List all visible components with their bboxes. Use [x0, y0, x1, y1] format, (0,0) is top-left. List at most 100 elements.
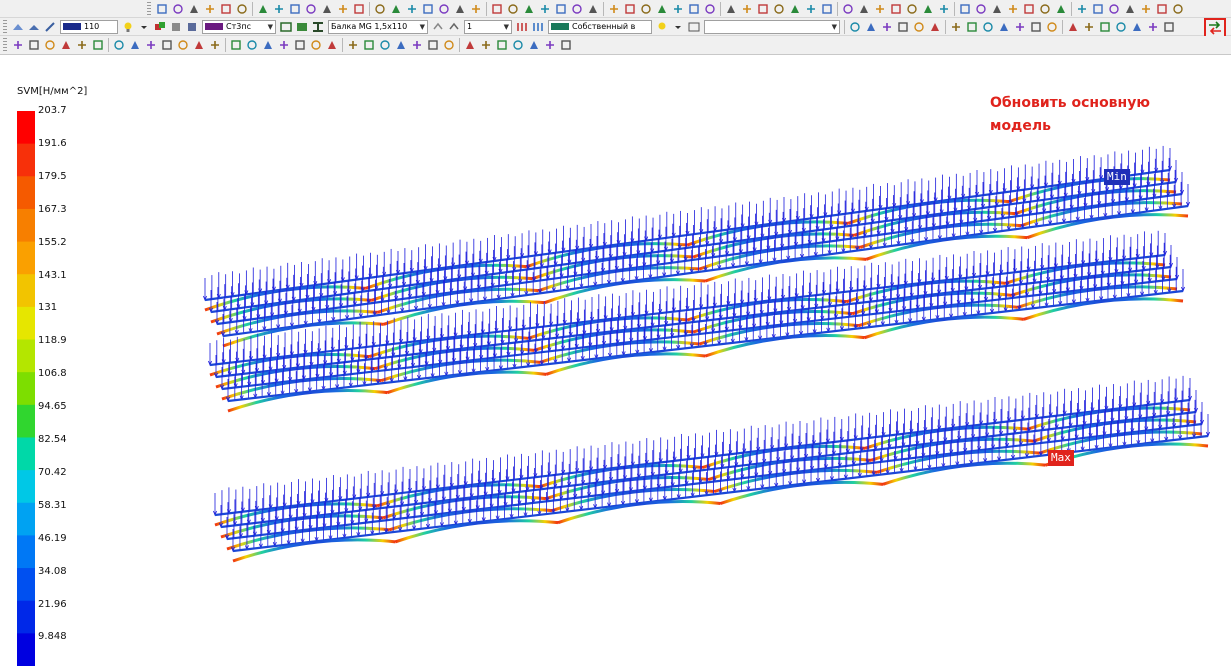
- print-icon[interactable]: [203, 2, 217, 16]
- preview-icon[interactable]: [905, 2, 919, 16]
- beam-icon[interactable]: [740, 2, 754, 16]
- save-icon[interactable]: [873, 2, 887, 16]
- view-bottom-icon[interactable]: [1114, 20, 1128, 34]
- layer-filter-icon[interactable]: [27, 20, 41, 34]
- plate-icon[interactable]: [756, 2, 770, 16]
- plus-icon[interactable]: [389, 2, 403, 16]
- element-icon[interactable]: [1054, 2, 1068, 16]
- filter-icon[interactable]: [362, 38, 376, 52]
- undo-icon[interactable]: [272, 2, 286, 16]
- update-main-model-button[interactable]: [1204, 18, 1226, 38]
- section-set-icon[interactable]: [295, 20, 309, 34]
- view-iso-icon[interactable]: [522, 2, 536, 16]
- model-viewport[interactable]: [0, 56, 1231, 666]
- view-front-icon[interactable]: [91, 38, 105, 52]
- load-icon[interactable]: [788, 2, 802, 16]
- view-left-icon[interactable]: [453, 2, 467, 16]
- view-iso-icon[interactable]: [1130, 20, 1144, 34]
- step-combo[interactable]: 1 ▼: [464, 19, 512, 34]
- save-icon[interactable]: [187, 2, 201, 16]
- select-icon[interactable]: [378, 38, 392, 52]
- plus-icon[interactable]: [59, 38, 73, 52]
- select-icon[interactable]: [703, 2, 717, 16]
- print-icon[interactable]: [889, 2, 903, 16]
- new-file-icon[interactable]: [155, 2, 169, 16]
- open-folder-icon[interactable]: [527, 38, 541, 52]
- redo-icon[interactable]: [896, 20, 910, 34]
- snap-icon[interactable]: [928, 20, 942, 34]
- light-bulb-icon[interactable]: [121, 20, 135, 34]
- settings-icon[interactable]: [804, 2, 818, 16]
- view-iso-icon[interactable]: [192, 38, 206, 52]
- target-icon[interactable]: [75, 38, 89, 52]
- target-icon[interactable]: [1013, 20, 1027, 34]
- rotate-view-icon[interactable]: [293, 38, 307, 52]
- undo-icon[interactable]: [958, 2, 972, 16]
- view-front-icon[interactable]: [421, 2, 435, 16]
- load-case-combo[interactable]: Собственный в: [548, 19, 652, 34]
- color-fill-icon[interactable]: [169, 20, 183, 34]
- measure-icon[interactable]: [639, 2, 653, 16]
- target-icon[interactable]: [405, 2, 419, 16]
- plus-icon[interactable]: [997, 20, 1011, 34]
- view-top-icon[interactable]: [160, 38, 174, 52]
- cube-icon[interactable]: [11, 38, 25, 52]
- settings-icon[interactable]: [479, 38, 493, 52]
- element-icon[interactable]: [981, 20, 995, 34]
- deselect-icon[interactable]: [724, 2, 738, 16]
- view-back-icon[interactable]: [1045, 20, 1059, 34]
- view-left-icon[interactable]: [1066, 20, 1080, 34]
- arrow-icon[interactable]: [43, 20, 57, 34]
- layers-icon[interactable]: [346, 38, 360, 52]
- view-left-icon[interactable]: [128, 38, 142, 52]
- material-combo[interactable]: Ст3пс ▼: [202, 19, 276, 34]
- bulb-dropdown-icon[interactable]: [655, 20, 669, 34]
- open-folder-icon[interactable]: [171, 2, 185, 16]
- view-top-icon[interactable]: [1171, 2, 1185, 16]
- zoom-fit-icon[interactable]: [570, 2, 584, 16]
- cube-icon[interactable]: [949, 20, 963, 34]
- copy-icon[interactable]: [848, 20, 862, 34]
- view-right-icon[interactable]: [1155, 2, 1169, 16]
- view-bottom-icon[interactable]: [506, 2, 520, 16]
- undo-icon[interactable]: [880, 20, 894, 34]
- section-combo[interactable]: Балка MG 1,5x110 ▼: [328, 19, 428, 34]
- view-top-icon[interactable]: [490, 2, 504, 16]
- zoom-in-icon[interactable]: [538, 2, 552, 16]
- dropdown-arrow-icon[interactable]: [137, 20, 151, 34]
- grid-icon[interactable]: [912, 20, 926, 34]
- pan-icon[interactable]: [277, 38, 291, 52]
- section-icon[interactable]: [279, 20, 293, 34]
- node-icon[interactable]: [27, 38, 41, 52]
- print-icon[interactable]: [559, 38, 573, 52]
- filter-combo[interactable]: ▼: [704, 19, 840, 34]
- view-back-icon[interactable]: [112, 38, 126, 52]
- view-right-icon[interactable]: [144, 38, 158, 52]
- redo-icon[interactable]: [974, 2, 988, 16]
- deselect-icon[interactable]: [394, 38, 408, 52]
- rotate-icon[interactable]: [431, 20, 445, 34]
- zoom-in-icon[interactable]: [1146, 20, 1160, 34]
- section-view-icon[interactable]: [655, 2, 669, 16]
- node-icon[interactable]: [965, 20, 979, 34]
- grid-icon[interactable]: [304, 2, 318, 16]
- rotate-view-icon[interactable]: [623, 2, 637, 16]
- view-front-icon[interactable]: [1107, 2, 1121, 16]
- section-view-icon[interactable]: [325, 38, 339, 52]
- load-case-icon[interactable]: [515, 20, 529, 34]
- redo-icon[interactable]: [288, 2, 302, 16]
- beam-icon[interactable]: [410, 38, 424, 52]
- measure-icon[interactable]: [309, 38, 323, 52]
- toolbar-grip[interactable]: [147, 1, 151, 16]
- view-front-icon[interactable]: [1029, 20, 1043, 34]
- snap-icon[interactable]: [1006, 2, 1020, 16]
- node-icon[interactable]: [352, 2, 366, 16]
- open-folder-icon[interactable]: [857, 2, 871, 16]
- view-back-icon[interactable]: [437, 2, 451, 16]
- view-bottom-icon[interactable]: [176, 38, 190, 52]
- color-layer-icon[interactable]: [153, 20, 167, 34]
- snap-icon[interactable]: [320, 2, 334, 16]
- toolbar-grip[interactable]: [3, 19, 7, 34]
- view-right-icon[interactable]: [469, 2, 483, 16]
- new-file-icon[interactable]: [511, 38, 525, 52]
